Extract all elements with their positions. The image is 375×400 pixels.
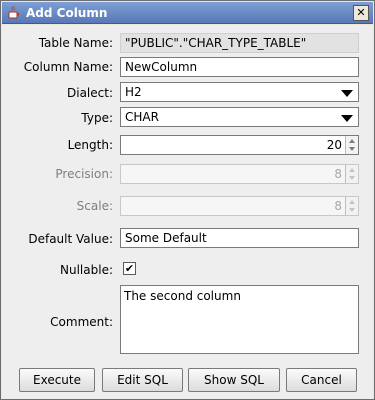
comment-label: Comment: xyxy=(50,315,113,329)
precision-spinner: 8 xyxy=(120,164,359,184)
chevron-down-icon xyxy=(341,90,353,97)
edit-sql-button[interactable]: Edit SQL xyxy=(102,368,183,392)
table-name-label: Table Name: xyxy=(38,36,113,50)
spin-up-icon xyxy=(349,200,355,204)
default-value-input[interactable]: Some Default xyxy=(120,228,359,248)
scale-label: Scale: xyxy=(76,199,113,213)
precision-value: 8 xyxy=(334,167,342,181)
type-value: CHAR xyxy=(125,110,159,124)
close-button[interactable]: ✕ xyxy=(353,5,369,21)
length-value: 20 xyxy=(326,138,342,152)
nullable-label: Nullable: xyxy=(60,263,113,277)
dialect-select[interactable]: H2 xyxy=(120,82,359,102)
length-spinner[interactable]: 20 xyxy=(120,135,359,155)
java-cup-icon xyxy=(8,5,19,19)
column-name-label: Column Name: xyxy=(23,60,113,74)
chevron-down-icon xyxy=(341,115,353,122)
length-spin-buttons[interactable] xyxy=(345,136,358,154)
comment-textarea[interactable]: The second column xyxy=(120,285,359,354)
type-label: Type: xyxy=(81,111,113,125)
precision-spin-buttons xyxy=(345,165,358,183)
length-label: Length: xyxy=(67,138,113,152)
dialect-label: Dialect: xyxy=(67,86,113,100)
dialog-title: Add Column xyxy=(26,6,108,20)
spin-down-icon[interactable] xyxy=(349,147,355,151)
nullable-checkbox[interactable]: ✔ xyxy=(123,262,136,275)
spin-up-icon xyxy=(349,168,355,172)
scale-spin-buttons xyxy=(345,197,358,215)
table-name-value: "PUBLIC"."CHAR_TYPE_TABLE" xyxy=(120,33,359,53)
execute-button[interactable]: Execute xyxy=(19,368,95,392)
scale-spinner: 8 xyxy=(120,196,359,216)
precision-label: Precision: xyxy=(55,167,113,181)
show-sql-button[interactable]: Show SQL xyxy=(188,368,280,392)
add-column-dialog: Add Column ✕ Table Name: "PUBLIC"."CHAR_… xyxy=(0,0,375,400)
column-name-input[interactable]: NewColumn xyxy=(120,57,359,77)
default-value-label: Default Value: xyxy=(28,232,113,246)
type-select[interactable]: CHAR xyxy=(120,107,359,127)
dialect-value: H2 xyxy=(125,85,142,99)
title-bar[interactable]: Add Column ✕ xyxy=(2,2,373,24)
close-icon: ✕ xyxy=(356,6,366,19)
dialog-content: Table Name: "PUBLIC"."CHAR_TYPE_TABLE" C… xyxy=(2,25,373,399)
scale-value: 8 xyxy=(334,199,342,213)
checkmark-icon: ✔ xyxy=(124,262,135,275)
spin-down-icon xyxy=(349,176,355,180)
cancel-button[interactable]: Cancel xyxy=(286,368,357,392)
spin-up-icon[interactable] xyxy=(349,139,355,143)
spin-down-icon xyxy=(349,208,355,212)
